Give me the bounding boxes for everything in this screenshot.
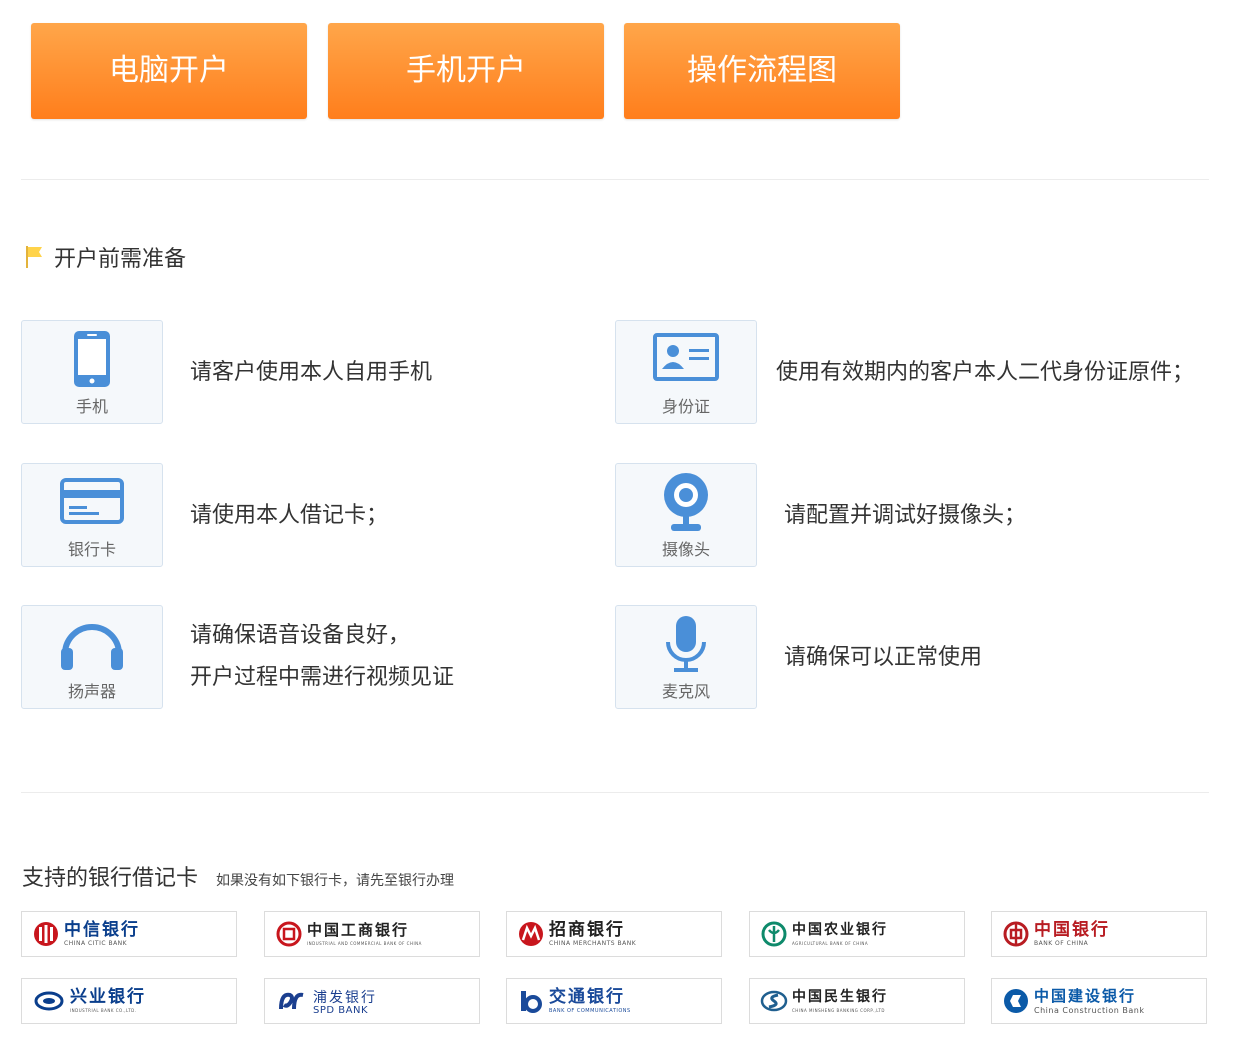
pc-open-account-button[interactable]: 电脑开户 (31, 23, 307, 119)
bank-cib[interactable]: 兴业银行 INDUSTRIAL BANK CO.,LTD. (21, 978, 237, 1024)
card-webcam: 摄像头 (615, 463, 757, 567)
bank-spd[interactable]: 浦发银行 SPD BANK (264, 978, 480, 1024)
card-id: 身份证 (615, 320, 757, 424)
cmb-logo-icon (519, 922, 543, 946)
flag-icon (26, 246, 42, 268)
divider (21, 179, 1209, 180)
icbc-logo-icon (276, 921, 302, 947)
ccb-logo-icon (1004, 989, 1028, 1013)
bank-bocom[interactable]: 交通银行 BANK OF COMMUNICATIONS (506, 978, 722, 1024)
flowchart-button[interactable]: 操作流程图 (624, 23, 900, 119)
bank-card-icon (60, 478, 124, 524)
id-card-icon (653, 333, 719, 381)
cmbc-logo-icon (760, 990, 788, 1012)
spd-logo-icon (279, 992, 304, 1010)
bank-citic[interactable]: 中信银行 CHINA CITIC BANK (21, 911, 237, 957)
card-bank: 银行卡 (21, 463, 163, 567)
bank-ccb[interactable]: 中国建设银行 China Construction Bank (991, 978, 1207, 1024)
headphones-icon (61, 624, 123, 670)
bank-icbc[interactable]: 中国工商银行 INDUSTRIAL AND COMMERCIAL BANK OF … (264, 911, 480, 957)
microphone-icon (666, 616, 706, 672)
webcam-icon (664, 473, 708, 531)
card-phone: 手机 (21, 320, 163, 424)
webcam-desc: 请配置并调试好摄像头； (784, 503, 1027, 528)
mobile-open-account-button[interactable]: 手机开户 (328, 23, 604, 119)
id-desc: 使用有效期内的客户本人二代身份证原件； (776, 360, 1195, 385)
bank-section-title: 支持的银行借记卡 如果没有如下银行卡，请先至银行办理 (22, 866, 455, 891)
speaker-desc: 请确保语音设备良好， 开户过程中需进行视频见证 (190, 623, 455, 690)
bank-card-desc: 请使用本人借记卡； (190, 503, 389, 528)
abc-logo-icon (761, 921, 787, 947)
microphone-desc: 请确保可以正常使用 (784, 645, 983, 670)
phone-icon (74, 331, 110, 387)
bocom-logo-icon (521, 991, 542, 1013)
divider (21, 792, 1209, 793)
bank-cmb[interactable]: 招商银行 CHINA MERCHANTS BANK (506, 911, 722, 957)
card-microphone: 麦克风 (615, 605, 757, 709)
citic-logo-icon (34, 922, 58, 946)
prep-section-title: 开户前需准备 (24, 243, 186, 272)
cib-logo-icon (34, 991, 64, 1011)
bank-abc[interactable]: 中国农业银行 AGRICULTURAL BANK OF CHINA (749, 911, 965, 957)
phone-desc: 请客户使用本人自用手机 (190, 360, 433, 385)
boc-logo-icon (1003, 921, 1029, 947)
card-speaker: 扬声器 (21, 605, 163, 709)
bank-cmbc[interactable]: 中国民生银行 CHINA MINSHENG BANKING CORP.,LTD (749, 978, 965, 1024)
bank-boc[interactable]: 中国银行 BANK OF CHINA (991, 911, 1207, 957)
